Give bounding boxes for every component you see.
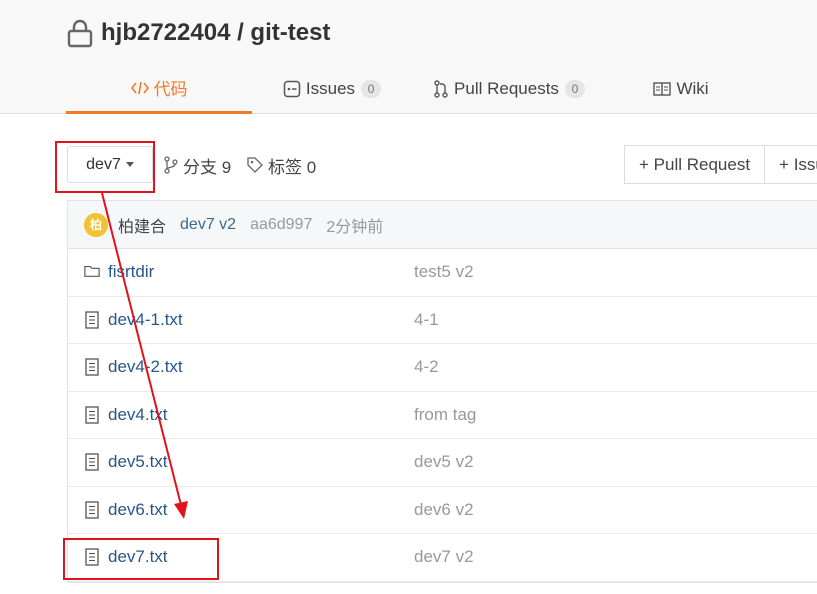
count-badge: 0 [361, 80, 382, 98]
branch-name: dev7 [86, 155, 121, 173]
file-icon [84, 311, 100, 329]
file-name[interactable]: dev5.txt [108, 452, 414, 472]
file-icon [84, 501, 100, 519]
tab-label: Issues [305, 79, 356, 98]
tags-label: 标签 0 [268, 157, 317, 177]
tab-issues[interactable]: Issues 0 [252, 64, 412, 114]
commit-message[interactable]: dev7 v2 [180, 216, 236, 234]
avatar[interactable]: 柏 [84, 212, 108, 237]
file-row[interactable]: dev6.txt dev6 v2 [68, 487, 817, 534]
branches-label: 分支 9 [183, 157, 232, 177]
file-name[interactable]: dev4.txt [108, 405, 414, 425]
file-icon [84, 548, 100, 566]
file-row[interactable]: fisrtdir test5 v2 [68, 249, 817, 297]
file-icon [84, 358, 100, 376]
lock-icon [67, 19, 93, 48]
file-name[interactable]: fisrtdir [108, 262, 414, 282]
repo-name[interactable]: hjb2722404 / git-test [101, 19, 330, 47]
tab-label: Wiki [676, 79, 709, 98]
tab-label: Pull Requests [454, 79, 559, 98]
file-commit-message[interactable]: dev6 v2 [414, 500, 474, 520]
file-commit-message[interactable]: from tag [414, 405, 476, 425]
file-row[interactable]: dev4.txt from tag [68, 392, 817, 439]
tab-label: 代码 [153, 80, 188, 99]
file-row[interactable]: dev5.txt dev5 v2 [68, 439, 817, 487]
tag-icon [246, 156, 264, 174]
file-commit-message[interactable]: dev5 v2 [414, 452, 474, 472]
file-commit-message[interactable]: dev7 v2 [414, 547, 474, 567]
file-row[interactable]: dev4-2.txt 4-2 [68, 344, 817, 392]
branch-select[interactable]: dev7 [67, 146, 153, 183]
repo-tabs: 代码 Issues 0 Pull Requests 0 Wiki [66, 64, 756, 114]
repo-title: hjb2722404 / git-test [66, 16, 330, 50]
branches-link[interactable]: 分支 9 [163, 153, 231, 177]
commit-sha[interactable]: aa6d997 [250, 216, 312, 234]
book-icon [653, 81, 672, 97]
file-row[interactable]: dev7.txt dev7 v2 [68, 534, 817, 582]
file-name[interactable]: dev6.txt [108, 500, 414, 520]
code-icon [130, 80, 149, 96]
file-icon [84, 406, 100, 424]
file-commit-message[interactable]: test5 v2 [414, 262, 474, 282]
tags-link[interactable]: 标签 0 [246, 153, 316, 177]
new-issue-button[interactable]: + Issu [765, 145, 817, 184]
folder-icon [84, 263, 100, 281]
action-buttons: + Pull Request + Issu [624, 145, 817, 184]
commit-time: 2分钟前 [326, 218, 384, 236]
new-pull-request-button[interactable]: + Pull Request [624, 145, 766, 184]
file-commit-message[interactable]: 4-1 [414, 310, 439, 330]
file-name[interactable]: dev4-2.txt [108, 357, 414, 377]
file-row[interactable]: dev4-1.txt 4-1 [68, 297, 817, 344]
commit-author[interactable]: 柏建合 [118, 213, 166, 237]
tab-pull-requests[interactable]: Pull Requests 0 [412, 64, 606, 114]
last-commit-row: 柏 柏建合 dev7 v2 aa6d997 2分钟前 [68, 201, 817, 249]
count-badge: 0 [564, 80, 585, 98]
tab-wiki[interactable]: Wiki [606, 64, 756, 114]
file-name[interactable]: dev7.txt [108, 547, 414, 567]
file-icon [84, 453, 100, 471]
tab-code[interactable]: 代码 [66, 64, 252, 114]
pull-request-icon [433, 80, 449, 98]
caret-down-icon [125, 162, 134, 167]
issues-icon [283, 80, 301, 98]
file-commit-message[interactable]: 4-2 [414, 357, 439, 377]
branch-icon [163, 156, 179, 174]
repo-header: hjb2722404 / git-test 代码 Issues 0 Pull R… [0, 0, 817, 114]
file-table: 柏 柏建合 dev7 v2 aa6d997 2分钟前 fisrtdir test… [67, 200, 817, 583]
file-name[interactable]: dev4-1.txt [108, 310, 414, 330]
